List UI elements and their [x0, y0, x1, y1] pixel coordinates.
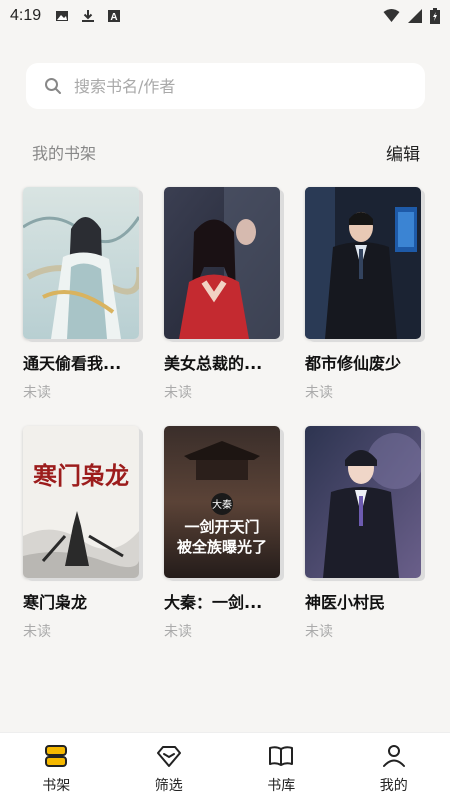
book-status: 未读: [23, 624, 51, 640]
person-icon: [382, 745, 405, 767]
image-icon: [56, 11, 69, 21]
book-cover-art: 大秦 一剑开天门 被全族曝光了: [164, 426, 280, 578]
shelf-header: 我的书架 编辑: [32, 138, 420, 166]
book-cover[interactable]: [23, 187, 139, 339]
book-status: 未读: [164, 624, 192, 640]
book-cover[interactable]: [164, 187, 280, 339]
book-status: 未读: [305, 385, 333, 401]
book-status: 未读: [23, 385, 51, 401]
book-cover[interactable]: [305, 187, 421, 339]
book-title: 通天偷看我...: [23, 354, 122, 373]
tab-label: 筛选: [154, 778, 183, 794]
book-title: 美女总裁的...: [164, 354, 263, 373]
shelf-title: 我的书架: [32, 144, 97, 163]
book-cover-art: [164, 187, 280, 339]
cover-line2-text: 被全族曝光了: [177, 538, 267, 556]
tab-profile[interactable]: 我的: [338, 733, 450, 800]
book-card[interactable]: 美女总裁的... 未读: [164, 187, 288, 402]
book-card[interactable]: 大秦 一剑开天门 被全族曝光了 大秦：一剑... 未读: [164, 426, 288, 641]
tab-label: 书架: [42, 778, 71, 794]
book-cover-art: [23, 187, 139, 339]
book-title: 神医小村民: [305, 593, 386, 612]
search-input[interactable]: [74, 76, 374, 96]
book-card[interactable]: 通天偷看我... 未读: [23, 187, 147, 402]
book-card[interactable]: 都市修仙废少 未读: [305, 187, 429, 402]
a-icon: A: [108, 10, 121, 23]
status-time: 4:19: [10, 7, 42, 24]
tab-label: 书库: [267, 778, 296, 794]
book-title: 都市修仙废少: [305, 354, 402, 373]
bookshelf-icon: [45, 745, 68, 767]
status-bar: 4:19 A: [0, 0, 450, 32]
edit-button[interactable]: 编辑: [386, 140, 420, 165]
open-book-icon: [269, 746, 294, 766]
download-icon: [82, 10, 95, 22]
book-cover-art: [305, 187, 421, 339]
battery-icon: [430, 8, 440, 24]
book-cover[interactable]: 大秦 一剑开天门 被全族曝光了: [164, 426, 280, 578]
book-cover-art: 寒门枭龙: [23, 426, 139, 578]
svg-text:A: A: [111, 12, 118, 23]
wifi-icon: [383, 9, 400, 22]
search-icon: [45, 78, 61, 94]
tab-bookshelf[interactable]: 书架: [0, 733, 113, 800]
book-status: 未读: [164, 385, 192, 401]
book-card[interactable]: 神医小村民 未读: [305, 426, 429, 641]
bottom-tab-bar: 书架 筛选 书库 我的: [0, 732, 450, 800]
book-title: 寒门枭龙: [23, 593, 88, 612]
tab-label: 我的: [379, 778, 408, 794]
book-status: 未读: [305, 624, 333, 640]
book-cover[interactable]: [305, 426, 421, 578]
diamond-filter-icon: [156, 746, 181, 767]
tab-filter[interactable]: 筛选: [113, 733, 226, 800]
book-cover-art: [305, 426, 421, 578]
tab-library[interactable]: 书库: [225, 733, 338, 800]
signal-icon: [408, 9, 422, 23]
cover-title-text: 寒门枭龙: [33, 461, 129, 490]
book-card[interactable]: 寒门枭龙 寒门枭龙 未读: [23, 426, 147, 641]
cover-line1-text: 一剑开天门: [184, 518, 259, 536]
book-title: 大秦：一剑...: [164, 593, 263, 612]
book-cover[interactable]: 寒门枭龙: [23, 426, 139, 578]
cover-badge-text: 大秦: [212, 498, 232, 511]
book-grid: 通天偷看我... 未读 美女总裁的... 未读 都市修仙废少 未读 寒门枭龙 寒…: [23, 187, 433, 641]
search-bar[interactable]: [26, 63, 425, 109]
